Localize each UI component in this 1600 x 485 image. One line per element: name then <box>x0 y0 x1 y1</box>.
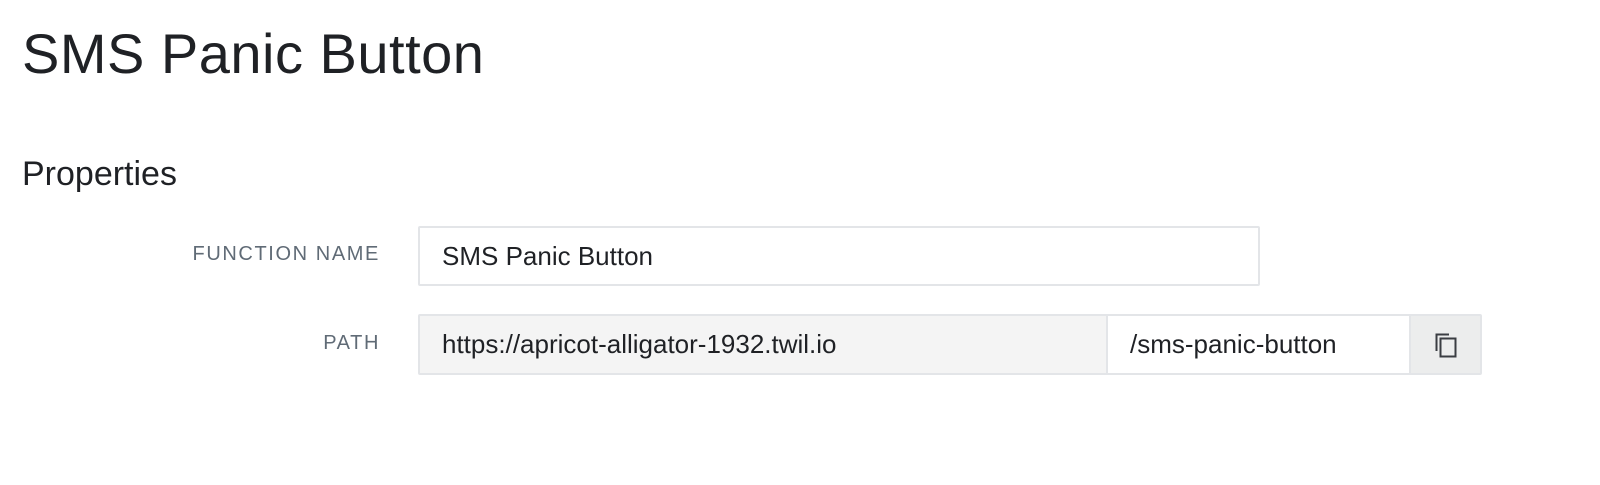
path-input[interactable] <box>1108 316 1411 373</box>
function-properties-page: SMS Panic Button Properties FUNCTION NAM… <box>0 0 1600 485</box>
page-title: SMS Panic Button <box>22 22 485 85</box>
path-domain-prefix: https://apricot-alligator-1932.twil.io <box>420 316 1108 373</box>
path-field-group: https://apricot-alligator-1932.twil.io <box>418 314 1482 375</box>
path-label: PATH <box>323 332 380 354</box>
function-name-label: FUNCTION NAME <box>192 243 380 265</box>
copy-icon <box>1435 333 1456 357</box>
copy-path-button[interactable] <box>1411 316 1480 373</box>
section-title-properties: Properties <box>22 155 177 193</box>
function-name-input[interactable] <box>418 226 1260 286</box>
